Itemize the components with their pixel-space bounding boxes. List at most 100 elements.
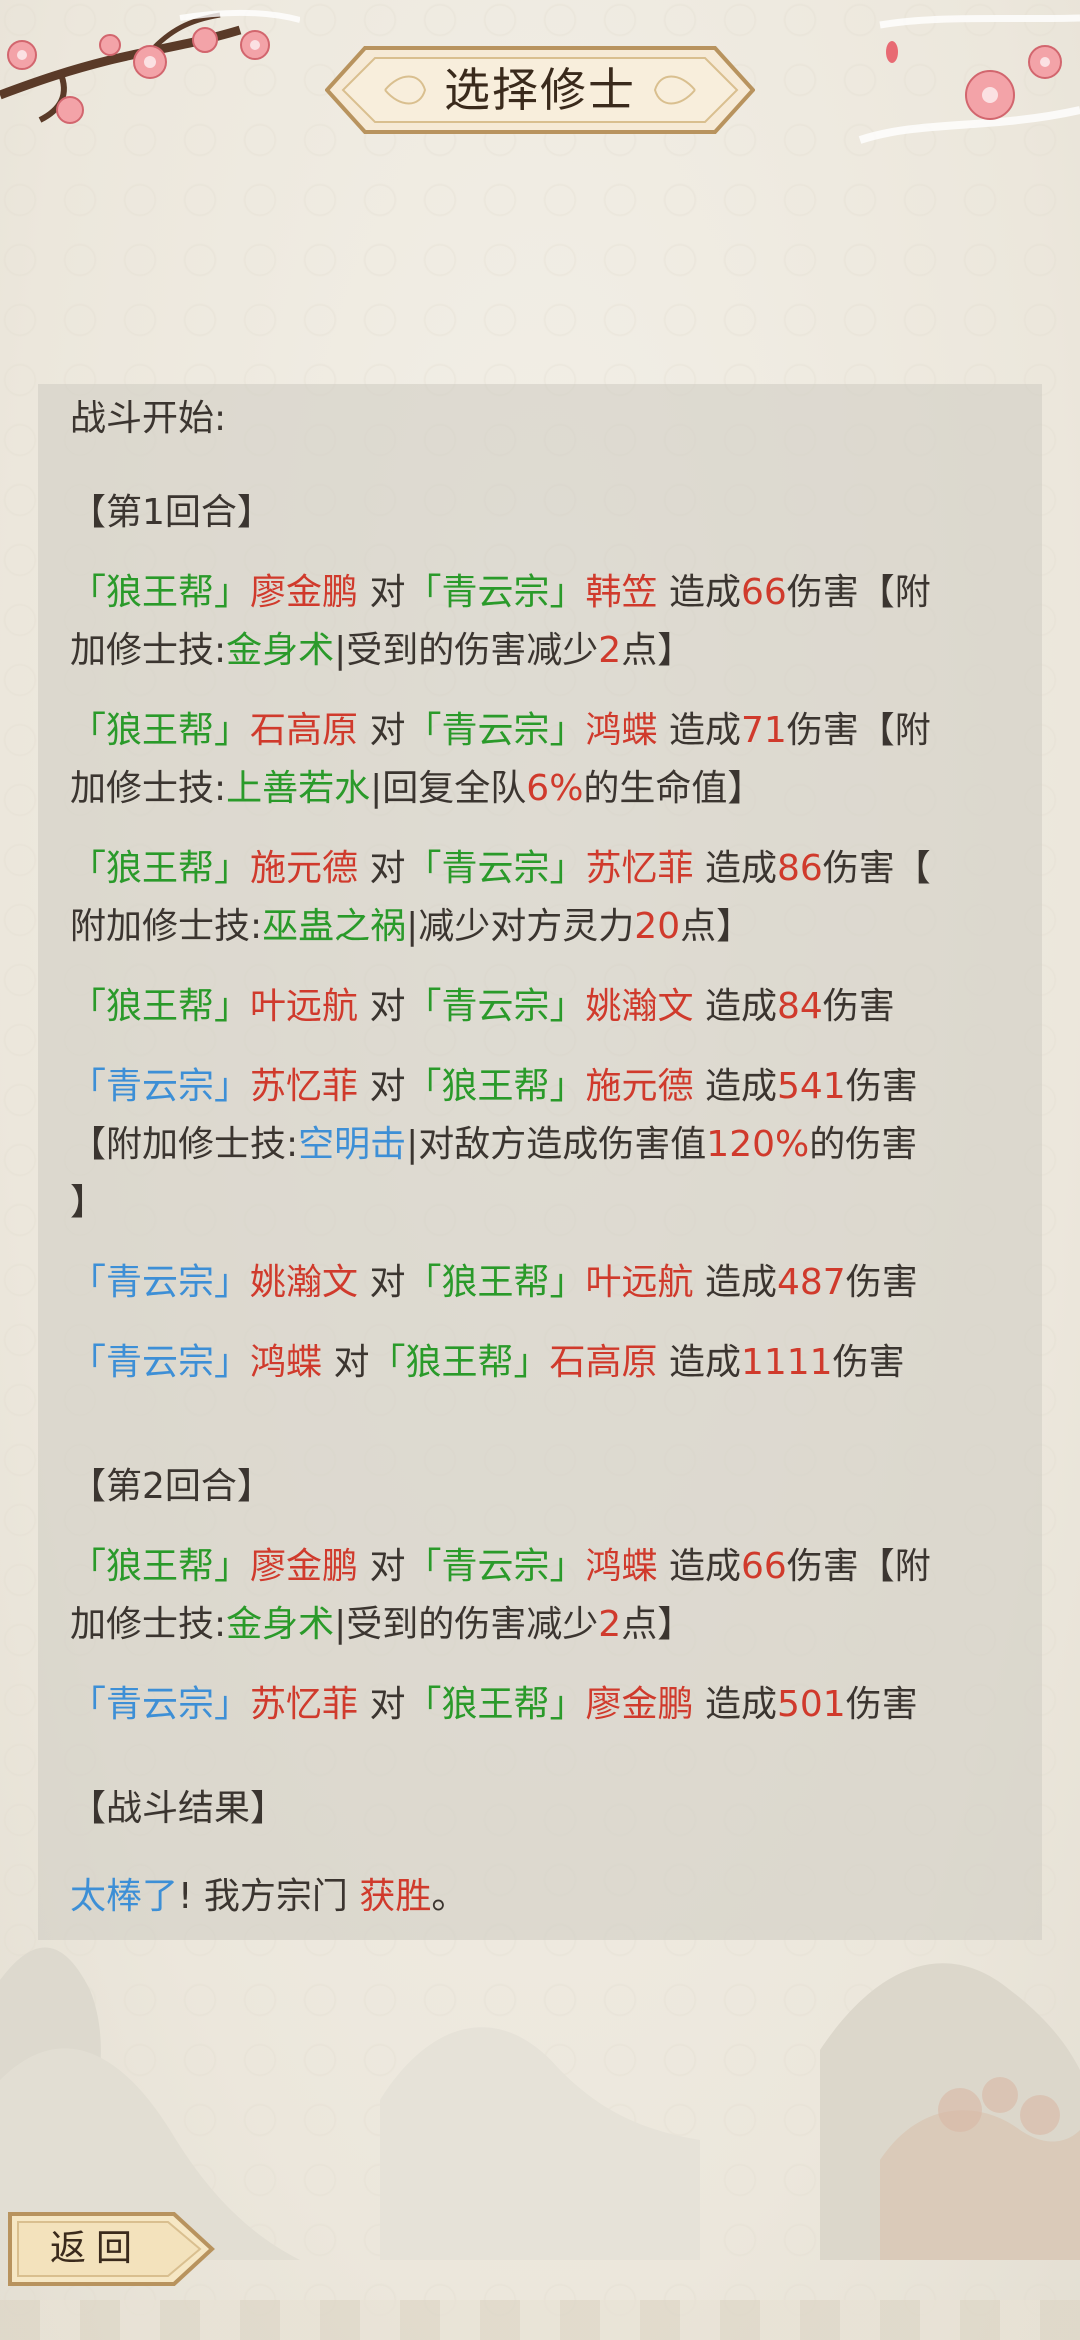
log-segment: 对 xyxy=(322,1342,370,1383)
log-segment: 伤害 xyxy=(845,1066,918,1107)
log-segment: 】 xyxy=(70,1182,107,1223)
log-segment: 施元德 xyxy=(585,1066,694,1107)
log-segment: 姚瀚文 xyxy=(585,986,694,1027)
battle-result-title: 【战斗结果】 xyxy=(70,1788,287,1829)
log-segment: 「青云宗」 xyxy=(405,1546,586,1587)
back-button[interactable]: 返回 xyxy=(6,2208,218,2290)
log-segment: 上善若水 xyxy=(226,768,371,809)
log-segment: |受到的伤害减少 xyxy=(334,630,599,671)
log-segment: 韩笠 xyxy=(585,572,658,613)
log-segment: 「狼王帮」 xyxy=(369,1342,550,1383)
log-entry-line: 「青云宗」鸿蝶 对「狼王帮」石高原 造成1111伤害 xyxy=(70,1334,905,1392)
log-segment: 伤害 xyxy=(822,986,895,1027)
log-segment: 造成 xyxy=(657,1546,741,1587)
log-segment: 金身术 xyxy=(226,1604,335,1645)
log-segment: 伤害【附 xyxy=(786,1546,931,1587)
log-segment: 1111 xyxy=(740,1342,833,1383)
log-segment: 加修士技: xyxy=(70,1604,227,1645)
log-segment: 2 xyxy=(598,630,622,671)
log-segment: 「青云宗」 xyxy=(405,710,586,751)
battle-start-label: 战斗开始: xyxy=(70,398,227,439)
log-segment: 廖金鹏 xyxy=(250,572,359,613)
log-segment: 苏忆菲 xyxy=(250,1066,359,1107)
log-segment: 的生命值】 xyxy=(583,768,764,809)
log-segment: 6% xyxy=(526,768,584,809)
log-entry-line: 「狼王帮」廖金鹏 对「青云宗」鸿蝶 造成66伤害【附 xyxy=(70,1538,931,1596)
log-segment: 廖金鹏 xyxy=(585,1684,694,1725)
log-segment: 鸿蝶 xyxy=(585,1546,658,1587)
log-segment: |对敌方造成伤害值 xyxy=(406,1124,707,1165)
log-segment: 巫蛊之祸 xyxy=(262,906,407,947)
log-segment: 对 xyxy=(358,1684,406,1725)
log-segment: 空明击 xyxy=(298,1124,407,1165)
log-segment: 点】 xyxy=(680,906,753,947)
log-segment: 84 xyxy=(776,986,823,1027)
log-segment: 「狼王帮」 xyxy=(70,848,251,889)
log-segment: 的伤害 xyxy=(809,1124,918,1165)
log-entry-line: 加修士技:金身术|受到的伤害减少2点】 xyxy=(70,1596,693,1654)
log-segment: 对 xyxy=(358,1262,406,1303)
plum-blossom-decoration-right xyxy=(858,14,1080,144)
title-plaque: 选择修士 xyxy=(325,42,755,138)
log-entry-line: 【附加修士技:空明击|对敌方造成伤害值120%的伤害 xyxy=(70,1116,917,1174)
log-segment: 点】 xyxy=(621,1604,694,1645)
log-entry-line: 加修士技:上善若水|回复全队6%的生命值】 xyxy=(70,760,763,818)
log-segment: 造成 xyxy=(693,986,777,1027)
log-segment: 造成 xyxy=(657,1342,741,1383)
log-segment: 施元德 xyxy=(250,848,359,889)
log-segment: 伤害 xyxy=(832,1342,905,1383)
log-segment: 66 xyxy=(740,1546,787,1587)
log-segment: 「狼王帮」 xyxy=(405,1684,586,1725)
log-segment: 对 xyxy=(358,1546,406,1587)
log-segment: 「狼王帮」 xyxy=(70,986,251,1027)
log-segment: 对 xyxy=(358,848,406,889)
log-segment: 「青云宗」 xyxy=(70,1262,251,1303)
log-segment: 苏忆菲 xyxy=(250,1684,359,1725)
round-title: 【第1回合】 xyxy=(70,492,273,533)
log-segment: 造成 xyxy=(657,572,741,613)
plum-blossom-decoration-left xyxy=(0,9,300,124)
log-segment: 501 xyxy=(776,1684,846,1725)
log-entry-line: 「青云宗」姚瀚文 对「狼王帮」叶远航 造成487伤害 xyxy=(70,1254,918,1312)
log-entry-line: 加修士技:金身术|受到的伤害减少2点】 xyxy=(70,622,693,680)
log-segment: |回复全队 xyxy=(370,768,527,809)
round-title: 【第2回合】 xyxy=(70,1466,273,1507)
log-segment: 加修士技: xyxy=(70,630,227,671)
log-segment: 「狼王帮」 xyxy=(405,1066,586,1107)
log-segment: 71 xyxy=(740,710,787,751)
log-segment: 廖金鹏 xyxy=(250,1546,359,1587)
log-entry-line: 「狼王帮」廖金鹏 对「青云宗」韩笠 造成66伤害【附 xyxy=(70,564,931,622)
log-segment: 对 xyxy=(358,986,406,1027)
bottom-border-pattern xyxy=(0,2300,1080,2340)
log-segment: 点】 xyxy=(621,630,694,671)
log-segment: |减少对方灵力 xyxy=(406,906,635,947)
log-segment: 伤害【附 xyxy=(786,710,931,751)
log-segment: 造成 xyxy=(693,848,777,889)
log-segment: 加修士技: xyxy=(70,768,227,809)
log-segment: 附加修士技: xyxy=(70,906,263,947)
page-title: 选择修士 xyxy=(444,63,636,117)
battle-log-panel[interactable]: 战斗开始: 【第1回合】 「狼王帮」廖金鹏 对「青云宗」韩笠 造成66伤害【附 加修… xyxy=(38,384,1042,1940)
log-segment: 66 xyxy=(740,572,787,613)
log-segment: 「青云宗」 xyxy=(70,1684,251,1725)
log-segment: 鸿蝶 xyxy=(250,1342,323,1383)
log-segment: 「青云宗」 xyxy=(405,848,586,889)
log-entry-line: 】 xyxy=(70,1174,106,1232)
log-entry-line: 「狼王帮」叶远航 对「青云宗」姚瀚文 造成84伤害 xyxy=(70,978,895,1036)
log-segment: 鸿蝶 xyxy=(585,710,658,751)
log-segment: 「狼王帮」 xyxy=(70,1546,251,1587)
log-segment: 造成 xyxy=(693,1066,777,1107)
log-segment: 造成 xyxy=(693,1262,777,1303)
log-entry-line: 「青云宗」苏忆菲 对「狼王帮」施元德 造成541伤害 xyxy=(70,1058,918,1116)
log-segment: 541 xyxy=(776,1066,846,1107)
log-segment: 叶远航 xyxy=(585,1262,694,1303)
battle-log-screen: 选择修士 战斗开始: 【第1回合】 「狼王帮」廖金鹏 对「青云宗」韩笠 造成66伤… xyxy=(0,0,1080,2340)
log-segment: 伤害 xyxy=(845,1262,918,1303)
log-segment: 伤害 xyxy=(845,1684,918,1725)
log-segment: 「狼王帮」 xyxy=(70,572,251,613)
log-entry-line: 「狼王帮」施元德 对「青云宗」苏忆菲 造成86伤害【 xyxy=(70,840,931,898)
log-segment: 「狼王帮」 xyxy=(405,1262,586,1303)
log-segment: 「青云宗」 xyxy=(70,1342,251,1383)
log-segment: 120% xyxy=(706,1124,810,1165)
log-segment: 苏忆菲 xyxy=(585,848,694,889)
